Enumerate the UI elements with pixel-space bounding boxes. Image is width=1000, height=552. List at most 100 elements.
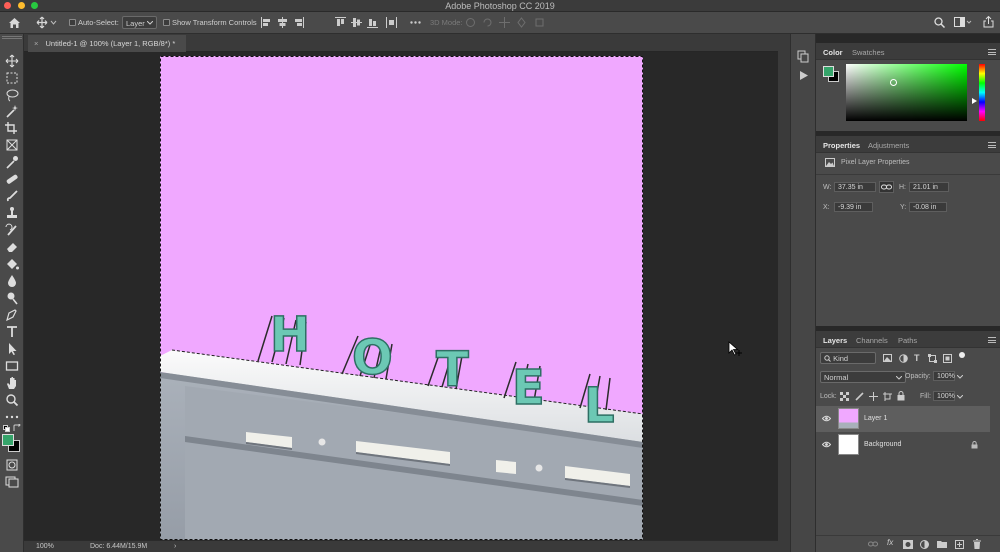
auto-select-checkbox[interactable] bbox=[69, 19, 76, 26]
align-horizontal-centers-icon[interactable] bbox=[277, 17, 288, 28]
tab-channels[interactable]: Channels bbox=[856, 336, 888, 345]
layer-style-fx-icon[interactable]: fx bbox=[887, 538, 893, 547]
eyedropper-tool-icon[interactable] bbox=[4, 155, 20, 169]
home-icon[interactable] bbox=[8, 17, 21, 29]
quick-mask-icon[interactable] bbox=[4, 458, 20, 472]
filter-toggle-icon[interactable] bbox=[959, 352, 965, 358]
default-colors-icon[interactable] bbox=[3, 425, 10, 432]
width-field[interactable]: 37.35 in bbox=[834, 182, 876, 192]
workspace-icon[interactable] bbox=[954, 17, 972, 28]
opacity-chevron-icon[interactable] bbox=[957, 375, 963, 379]
type-tool-icon[interactable] bbox=[4, 325, 20, 339]
swap-colors-icon[interactable] bbox=[13, 424, 21, 432]
new-layer-icon[interactable] bbox=[955, 540, 964, 549]
align-vertical-centers-icon[interactable] bbox=[351, 17, 362, 28]
fill-chevron-icon[interactable] bbox=[957, 395, 963, 399]
filter-adjustment-icon[interactable] bbox=[899, 354, 908, 363]
x-field[interactable]: -9.39 in bbox=[834, 202, 873, 212]
hue-slider-arrow-icon[interactable] bbox=[972, 98, 977, 104]
path-selection-tool-icon[interactable] bbox=[4, 342, 20, 356]
layer-name[interactable]: Layer 1 bbox=[864, 415, 887, 422]
filter-kind-dropdown[interactable]: Kind bbox=[820, 352, 876, 364]
layer-name[interactable]: Background bbox=[864, 441, 901, 448]
align-top-edges-icon[interactable] bbox=[335, 17, 346, 28]
magic-wand-tool-icon[interactable] bbox=[4, 104, 20, 118]
crop-tool-icon[interactable] bbox=[4, 121, 20, 135]
close-tab-icon[interactable]: × bbox=[34, 39, 38, 48]
adjustment-layer-icon[interactable] bbox=[920, 540, 929, 549]
layers-panel-menu-icon[interactable] bbox=[988, 337, 996, 343]
properties-panel-menu-icon[interactable] bbox=[988, 142, 996, 148]
link-layers-icon[interactable] bbox=[868, 541, 878, 547]
lasso-tool-icon[interactable] bbox=[4, 88, 20, 102]
lock-position-icon[interactable] bbox=[869, 392, 878, 401]
align-right-edges-icon[interactable] bbox=[293, 17, 304, 28]
lock-image-pixels-icon[interactable] bbox=[855, 392, 864, 401]
visibility-eye-icon[interactable] bbox=[822, 415, 831, 422]
color-picker-handle[interactable] bbox=[890, 79, 897, 86]
history-panel-icon[interactable] bbox=[797, 50, 809, 63]
filter-type-icon[interactable]: T bbox=[914, 353, 920, 363]
paint-bucket-tool-icon[interactable] bbox=[4, 257, 20, 271]
align-bottom-edges-icon[interactable] bbox=[367, 17, 378, 28]
tab-paths[interactable]: Paths bbox=[898, 336, 917, 345]
frame-tool-icon[interactable] bbox=[4, 138, 20, 152]
actions-play-icon[interactable] bbox=[798, 70, 809, 81]
lock-transparent-icon[interactable] bbox=[840, 392, 849, 401]
distribute-icon[interactable] bbox=[386, 17, 397, 28]
blend-mode-dropdown[interactable]: Normal bbox=[820, 371, 906, 383]
tab-properties[interactable]: Properties bbox=[823, 141, 860, 150]
clone-stamp-tool-icon[interactable] bbox=[4, 206, 20, 220]
show-transform-controls-checkbox[interactable] bbox=[163, 19, 170, 26]
document-canvas[interactable]: HOTEL bbox=[160, 56, 643, 540]
height-field[interactable]: 21.01 in bbox=[909, 182, 949, 192]
eraser-tool-icon[interactable] bbox=[4, 240, 20, 254]
rectangle-tool-icon[interactable] bbox=[4, 359, 20, 373]
foreground-color-swatch[interactable] bbox=[2, 434, 14, 446]
share-icon[interactable] bbox=[983, 16, 994, 28]
move-tool-icon[interactable] bbox=[4, 54, 20, 68]
color-picker-field[interactable] bbox=[846, 64, 967, 121]
lock-all-icon[interactable] bbox=[897, 391, 905, 401]
layer-row-background[interactable]: Background bbox=[816, 432, 990, 458]
link-dimensions-icon[interactable] bbox=[879, 181, 894, 193]
visibility-eye-icon[interactable] bbox=[822, 441, 831, 448]
add-mask-icon[interactable] bbox=[903, 540, 913, 549]
lock-artboard-icon[interactable] bbox=[883, 392, 892, 401]
history-brush-tool-icon[interactable] bbox=[4, 223, 20, 237]
color-panel-menu-icon[interactable] bbox=[988, 49, 996, 55]
zoom-tool-icon[interactable] bbox=[4, 393, 20, 407]
fill-field[interactable]: 100% bbox=[933, 391, 955, 401]
document-tab[interactable]: × Untitled-1 @ 100% (Layer 1, RGB/8*) * bbox=[28, 35, 186, 52]
toolbar-grip[interactable] bbox=[2, 36, 22, 39]
tab-swatches[interactable]: Swatches bbox=[852, 48, 885, 57]
screen-mode-icon[interactable] bbox=[4, 475, 20, 489]
opacity-field[interactable]: 100% bbox=[933, 371, 955, 381]
pen-tool-icon[interactable] bbox=[4, 308, 20, 322]
more-options-icon[interactable] bbox=[410, 21, 421, 24]
marquee-tool-icon[interactable] bbox=[4, 71, 20, 85]
new-group-icon[interactable] bbox=[937, 540, 947, 548]
healing-brush-tool-icon[interactable] bbox=[4, 172, 20, 186]
search-icon[interactable] bbox=[934, 17, 945, 28]
move-tool-preset-icon[interactable] bbox=[36, 16, 58, 29]
filter-pixel-icon[interactable] bbox=[883, 354, 892, 362]
tab-adjustments[interactable]: Adjustments bbox=[868, 141, 909, 150]
tab-layers[interactable]: Layers bbox=[823, 336, 847, 345]
color-panel-foreground-swatch[interactable] bbox=[823, 66, 834, 77]
hand-tool-icon[interactable] bbox=[4, 376, 20, 390]
dodge-tool-icon[interactable] bbox=[4, 291, 20, 305]
status-menu-chevron-icon[interactable]: › bbox=[174, 543, 176, 550]
y-field[interactable]: -0.08 in bbox=[909, 202, 947, 212]
layer-1-thumbnail[interactable] bbox=[838, 408, 859, 429]
filter-smart-object-icon[interactable] bbox=[943, 354, 952, 363]
background-thumbnail[interactable] bbox=[838, 434, 859, 455]
auto-select-target-dropdown[interactable]: Layer bbox=[122, 16, 157, 29]
edit-toolbar-icon[interactable] bbox=[4, 410, 20, 424]
zoom-level[interactable]: 100% bbox=[36, 543, 54, 550]
layer-row-layer-1[interactable]: Layer 1 bbox=[816, 406, 990, 432]
delete-layer-icon[interactable] bbox=[973, 539, 981, 549]
panel-dock-divider[interactable] bbox=[778, 34, 790, 552]
brush-tool-icon[interactable] bbox=[4, 189, 20, 203]
blur-tool-icon[interactable] bbox=[4, 274, 20, 288]
